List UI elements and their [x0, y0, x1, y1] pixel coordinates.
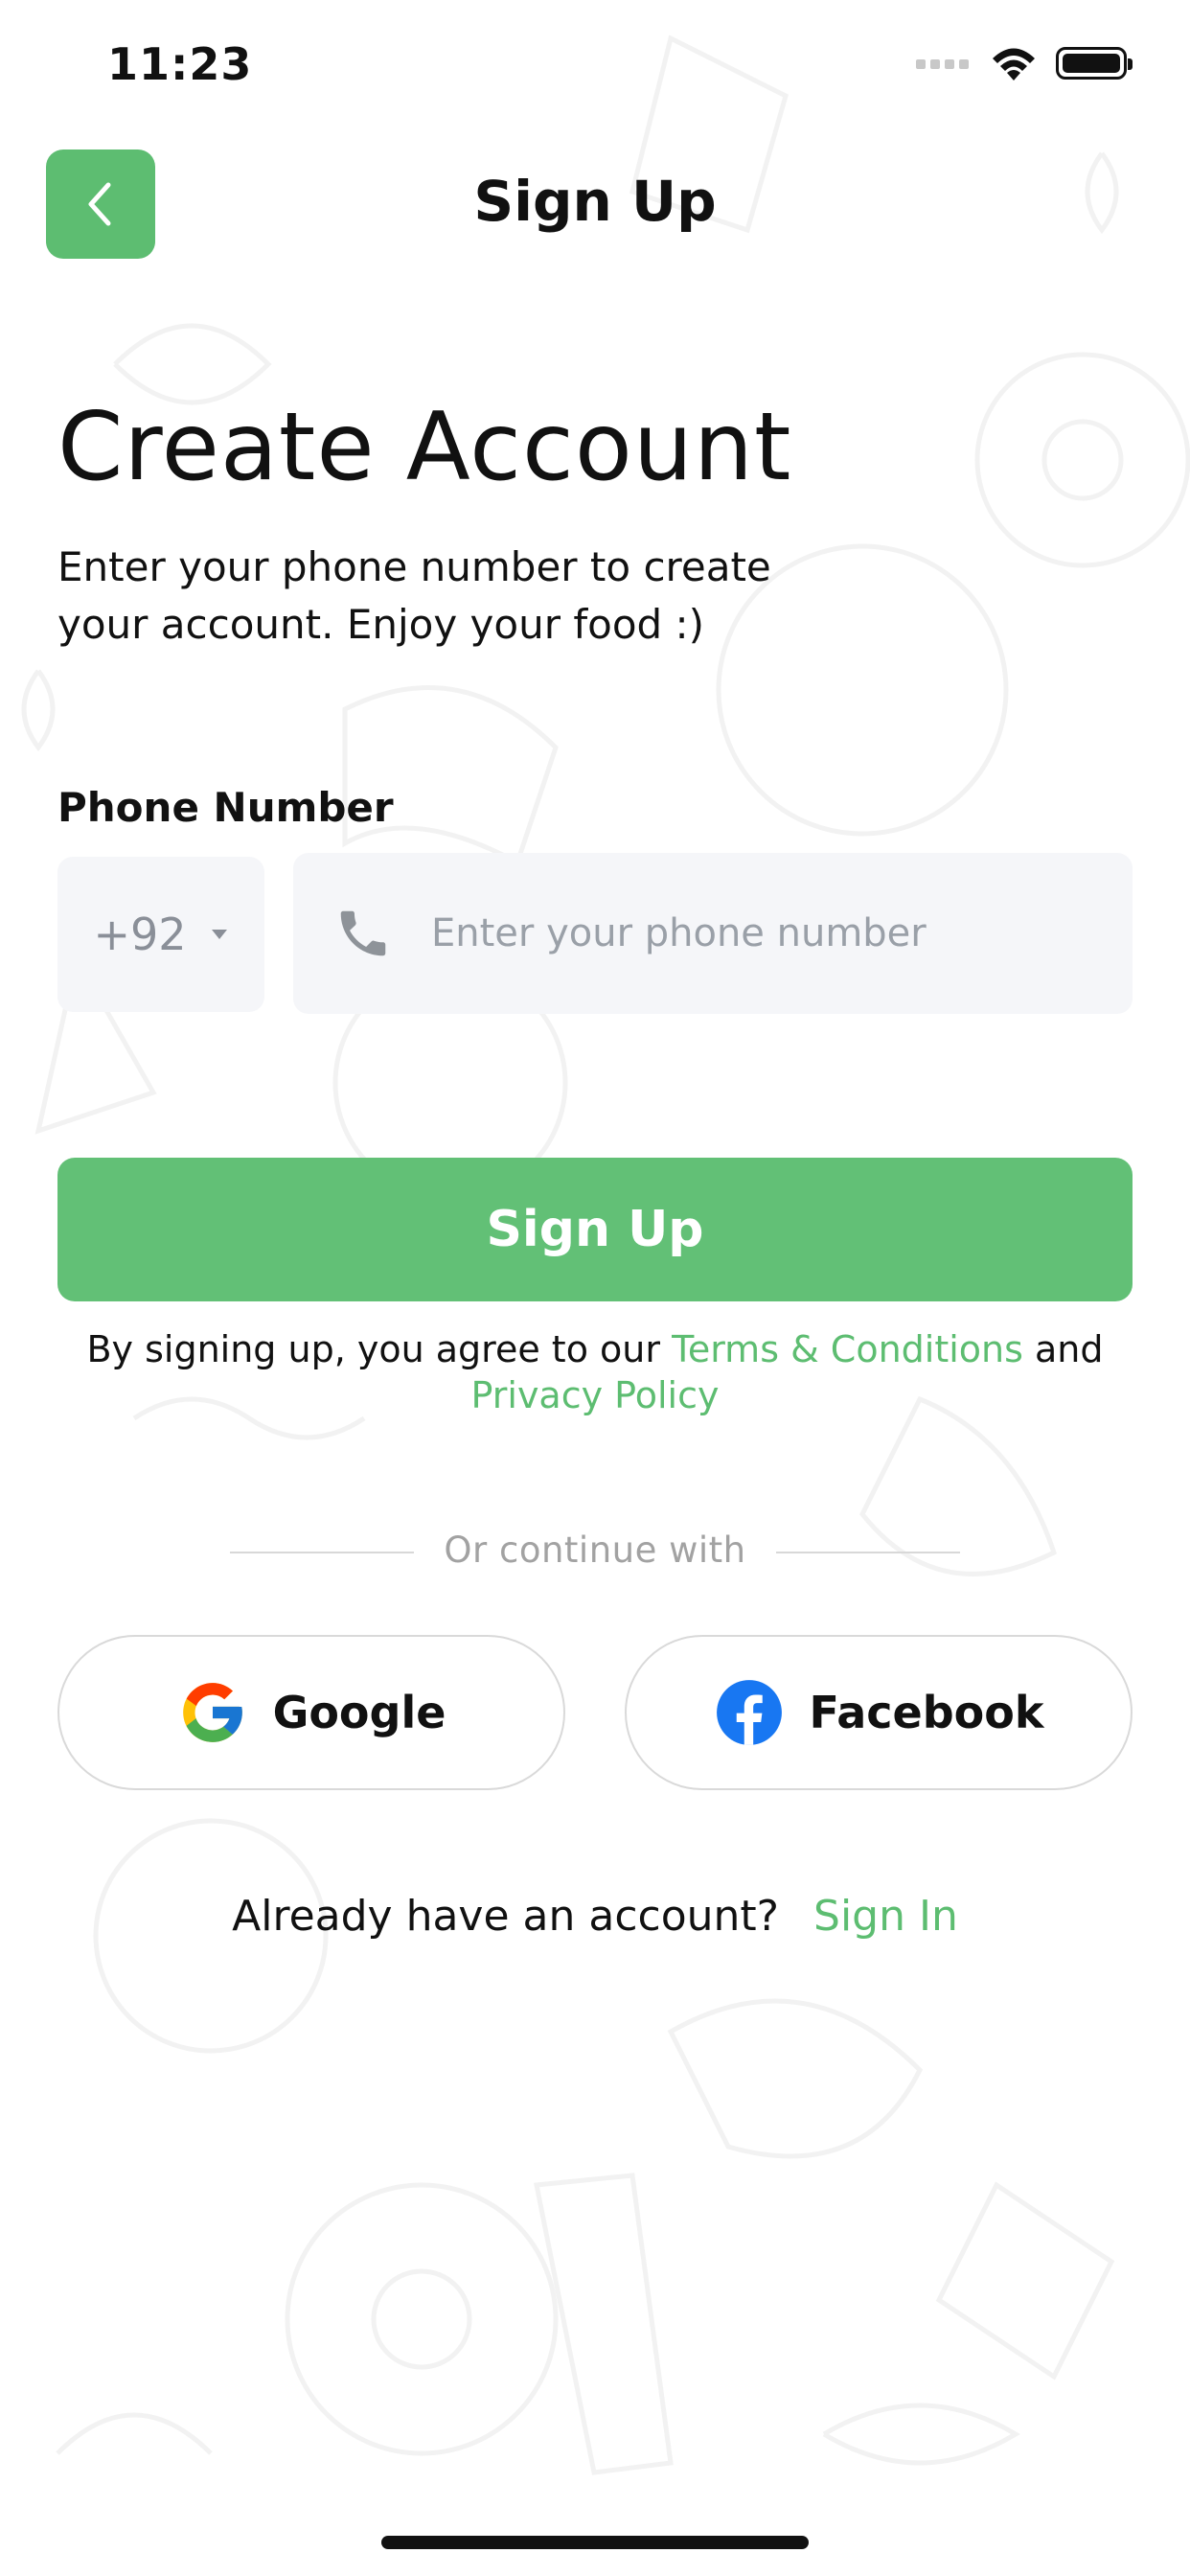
- sign-up-button[interactable]: Sign Up: [57, 1158, 1133, 1301]
- battery-icon: [1056, 47, 1133, 80]
- country-code-value: +92: [93, 908, 187, 960]
- create-account-heading: Create Account: [57, 393, 792, 502]
- or-continue-with-text: Or continue with: [444, 1530, 746, 1571]
- cellular-signal-icon: [916, 59, 969, 69]
- page-title: Sign Up: [473, 169, 717, 234]
- subtitle-line-2: your account. Enjoy your food :): [57, 601, 705, 648]
- terms-text: By signing up, you agree to our Terms & …: [0, 1326, 1190, 1418]
- facebook-button[interactable]: Facebook: [625, 1635, 1133, 1790]
- already-have-account-text: Already have an account?: [232, 1892, 780, 1941]
- terms-prefix: By signing up, you agree to our: [86, 1328, 660, 1370]
- privacy-policy-link[interactable]: Privacy Policy: [471, 1374, 720, 1416]
- country-code-select[interactable]: +92: [57, 857, 264, 1012]
- phone-number-label: Phone Number: [57, 784, 394, 831]
- wifi-icon: [993, 48, 1035, 80]
- terms-and: and: [1035, 1328, 1104, 1370]
- sign-in-prompt: Already have an account? Sign In: [0, 1892, 1190, 1941]
- subtitle: Enter your phone number to create your a…: [57, 539, 920, 654]
- google-icon: [182, 1683, 242, 1742]
- google-button[interactable]: Google: [57, 1635, 565, 1790]
- phone-input[interactable]: [429, 910, 1104, 956]
- subtitle-line-1: Enter your phone number to create: [57, 543, 771, 590]
- google-label: Google: [272, 1687, 446, 1738]
- sign-in-link[interactable]: Sign In: [813, 1892, 958, 1941]
- facebook-label: Facebook: [809, 1687, 1044, 1738]
- phone-field[interactable]: [293, 853, 1133, 1014]
- caret-down-icon: [211, 930, 227, 939]
- status-time: 11:23: [107, 38, 253, 90]
- phone-icon: [340, 910, 386, 956]
- home-indicator[interactable]: [381, 2536, 809, 2549]
- facebook-icon: [716, 1680, 782, 1745]
- terms-conditions-link[interactable]: Terms & Conditions: [672, 1328, 1023, 1370]
- divider-right: [776, 1552, 960, 1553]
- status-icons: [916, 44, 1133, 82]
